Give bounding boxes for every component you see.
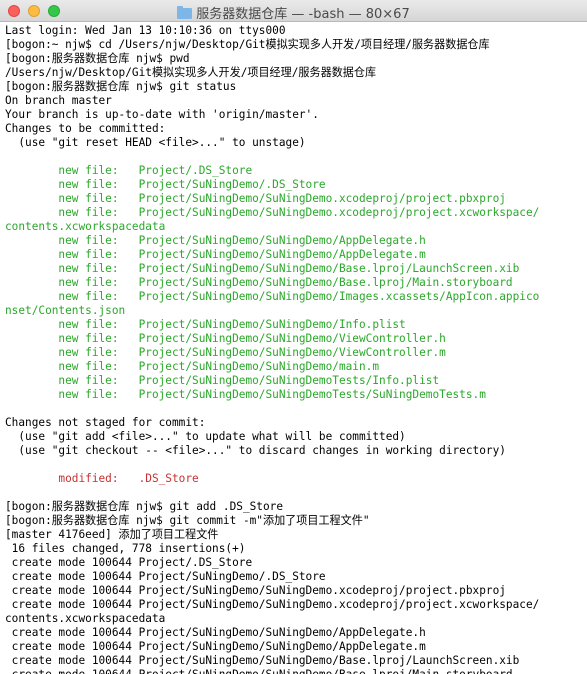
terminal-line: [bogon:服务器数据仓库 njw$ pwd bbox=[5, 52, 190, 65]
terminal-line: create mode 100644 Project/SuNingDemo/Su… bbox=[5, 668, 587, 674]
terminal-line: On branch master bbox=[5, 94, 112, 107]
terminal-line: new file: Project/SuNingDemo/SuNingDemo/… bbox=[5, 290, 540, 303]
terminal-line: create mode 100644 Project/SuNingDemo/Su… bbox=[5, 654, 520, 667]
terminal-line: new file: Project/SuNingDemo/SuNingDemo/… bbox=[5, 346, 446, 359]
terminal-line: new file: Project/SuNingDemo/SuNingDemo/… bbox=[5, 360, 380, 373]
terminal-line: (use "git add <file>..." to update what … bbox=[5, 430, 406, 443]
terminal-line: create mode 100644 Project/SuNingDemo/Su… bbox=[5, 584, 506, 597]
terminal-line: new file: Project/SuNingDemo/.DS_Store bbox=[5, 178, 326, 191]
terminal-output[interactable]: Last login: Wed Jan 13 10:10:36 on ttys0… bbox=[5, 24, 587, 674]
terminal-line: (use "git checkout -- <file>..." to disc… bbox=[5, 444, 506, 457]
terminal-line: create mode 100644 Project/SuNingDemo/Su… bbox=[5, 598, 540, 611]
terminal-line: new file: Project/SuNingDemo/SuNingDemo.… bbox=[5, 206, 540, 219]
terminal-line: [bogon:服务器数据仓库 njw$ git commit -m"添加了项目工… bbox=[5, 514, 370, 527]
terminal-line: create mode 100644 Project/SuNingDemo/.D… bbox=[5, 570, 326, 583]
terminal-line: create mode 100644 Project/SuNingDemo/Su… bbox=[5, 626, 426, 639]
terminal-window: 服务器数据仓库 — -bash — 80×67 Last login: Wed … bbox=[0, 0, 587, 674]
terminal-line: new file: Project/SuNingDemo/SuNingDemoT… bbox=[5, 374, 440, 387]
window-title: 服务器数据仓库 — -bash — 80×67 bbox=[196, 7, 410, 22]
terminal-line: create mode 100644 Project/SuNingDemo/Su… bbox=[5, 640, 426, 653]
terminal-line: new file: Project/SuNingDemo/SuNingDemo/… bbox=[5, 248, 426, 261]
terminal-line: new file: Project/SuNingDemo/SuNingDemo.… bbox=[5, 192, 506, 205]
terminal-line: Changes to be committed: bbox=[5, 122, 166, 135]
terminal-line: new file: Project/SuNingDemo/SuNingDemo/… bbox=[5, 276, 513, 289]
terminal-line: nset/Contents.json bbox=[5, 304, 126, 317]
terminal-line: Your branch is up-to-date with 'origin/m… bbox=[5, 108, 319, 121]
terminal-line: 16 files changed, 778 insertions(+) bbox=[5, 542, 246, 555]
folder-icon bbox=[177, 6, 193, 19]
terminal-line: new file: Project/.DS_Store bbox=[5, 164, 253, 177]
terminal-line: /Users/njw/Desktop/Git模拟实现多人开发/项目经理/服务器数… bbox=[5, 66, 377, 79]
terminal-line: [bogon:~ njw$ cd /Users/njw/Desktop/Git模… bbox=[5, 38, 490, 51]
terminal-line: modified: .DS_Store bbox=[5, 472, 199, 485]
window-title-area: 服务器数据仓库 — -bash — 80×67 bbox=[0, 3, 587, 22]
title-bar[interactable]: 服务器数据仓库 — -bash — 80×67 bbox=[0, 0, 587, 22]
terminal-line: new file: Project/SuNingDemo/SuNingDemo/… bbox=[5, 262, 520, 275]
terminal-line: new file: Project/SuNingDemo/SuNingDemo/… bbox=[5, 318, 406, 331]
terminal-line: [master 4176eed] 添加了项目工程文件 bbox=[5, 528, 219, 541]
terminal-line: (use "git reset HEAD <file>..." to unsta… bbox=[5, 136, 306, 149]
terminal-line: contents.xcworkspacedata bbox=[5, 220, 166, 233]
terminal-line: Changes not staged for commit: bbox=[5, 416, 206, 429]
terminal-line: [bogon:服务器数据仓库 njw$ git status bbox=[5, 80, 237, 93]
terminal-line: new file: Project/SuNingDemo/SuNingDemo/… bbox=[5, 332, 446, 345]
terminal-line: create mode 100644 Project/.DS_Store bbox=[5, 556, 253, 569]
terminal-line: [bogon:服务器数据仓库 njw$ git add .DS_Store bbox=[5, 500, 284, 513]
terminal-line: new file: Project/SuNingDemo/SuNingDemoT… bbox=[5, 388, 486, 401]
terminal-line: contents.xcworkspacedata bbox=[5, 612, 166, 625]
terminal-line: Last login: Wed Jan 13 10:10:36 on ttys0… bbox=[5, 24, 286, 37]
terminal-line: new file: Project/SuNingDemo/SuNingDemo/… bbox=[5, 234, 426, 247]
